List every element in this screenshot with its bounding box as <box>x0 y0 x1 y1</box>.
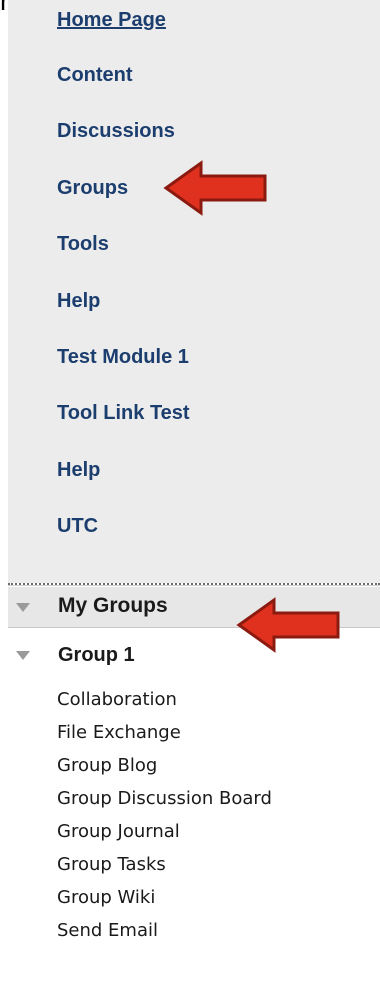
menu-item-tool-link-test[interactable]: Tool Link Test <box>57 402 190 425</box>
menu-item-groups[interactable]: Groups <box>57 177 128 200</box>
collapse-triangle-icon[interactable] <box>16 603 30 612</box>
course-menu: Home Page Content Discussions Groups Too… <box>8 0 380 583</box>
menu-item-help[interactable]: Help <box>57 290 100 313</box>
group-tool-collaboration[interactable]: Collaboration <box>57 689 177 710</box>
menu-item-help-2[interactable]: Help <box>57 459 100 482</box>
group-1-header[interactable]: Group 1 <box>8 640 380 676</box>
section-divider-shadow <box>8 585 380 586</box>
menu-item-tools[interactable]: Tools <box>57 233 109 256</box>
group-tool-group-blog[interactable]: Group Blog <box>57 755 157 776</box>
group-tool-file-exchange[interactable]: File Exchange <box>57 722 181 743</box>
group-tool-group-wiki[interactable]: Group Wiki <box>57 887 155 908</box>
collapse-triangle-icon[interactable] <box>16 651 30 660</box>
menu-item-discussions[interactable]: Discussions <box>57 120 175 143</box>
menu-item-test-module-1[interactable]: Test Module 1 <box>57 346 189 369</box>
group-tool-send-email[interactable]: Send Email <box>57 920 158 941</box>
group-tool-group-journal[interactable]: Group Journal <box>57 821 180 842</box>
my-groups-title: My Groups <box>58 594 168 617</box>
group-name: Group 1 <box>58 644 135 666</box>
menu-item-content[interactable]: Content <box>57 64 133 87</box>
menu-item-utc[interactable]: UTC <box>57 515 98 538</box>
red-left-arrow-icon <box>163 160 267 216</box>
menu-item-home-page[interactable]: Home Page <box>57 9 166 32</box>
group-tool-group-tasks[interactable]: Group Tasks <box>57 854 166 875</box>
group-tool-discussion-board[interactable]: Group Discussion Board <box>57 788 272 809</box>
